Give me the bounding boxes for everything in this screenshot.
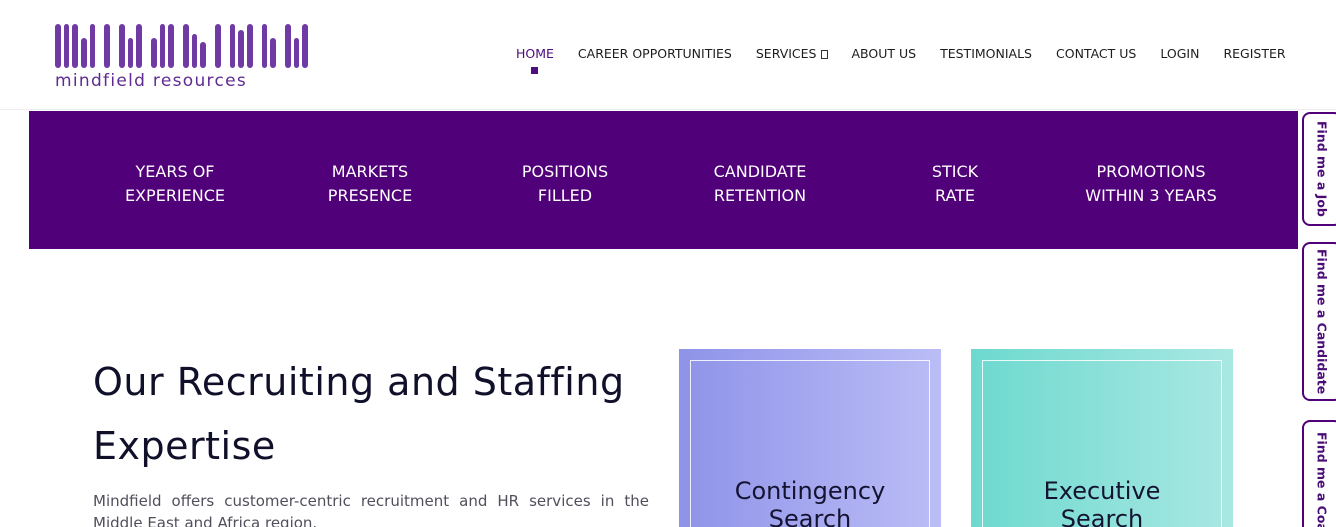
nav-testimonials[interactable]: TESTIMONIALS (940, 46, 1032, 61)
stat-years-of-experience: YEARS OF EXPERIENCE (75, 160, 275, 208)
nav-home[interactable]: HOME (516, 46, 554, 74)
main-nav: HOME CAREER OPPORTUNITIES SERVICES ABOUT… (516, 46, 1310, 74)
logo-mark (55, 22, 309, 68)
card-title-line2: Search (1060, 505, 1144, 527)
nav-services-label: SERVICES (755, 46, 817, 61)
stats-banner: YEARS OF EXPERIENCE MARKETS PRESENCE POS… (29, 111, 1298, 249)
heading-line1: Our Recruiting and Staffing (93, 360, 625, 404)
heading-line2: Expertise (93, 424, 276, 468)
stat-label-line2: FILLED (537, 186, 593, 205)
nav-testimonials-label: TESTIMONIALS (940, 46, 1032, 61)
card-title-line1: Executive (1043, 477, 1161, 505)
logo-subtitle: mindfield resources (55, 71, 248, 91)
find-coach-tab[interactable]: Find me a Coach (1302, 420, 1336, 527)
stat-candidate-retention: CANDIDATE RETENTION (660, 160, 860, 208)
stat-label-line2: PRESENCE (327, 186, 413, 205)
page-heading: Our Recruiting and Staffing Expertise (93, 350, 653, 478)
nav-register[interactable]: REGISTER (1223, 46, 1285, 61)
stat-label-line2: RATE (934, 186, 976, 205)
stat-label-line1: STICK (931, 162, 979, 181)
active-indicator (531, 67, 538, 74)
find-candidate-tab[interactable]: Find me a Candidate (1302, 242, 1336, 401)
stat-label-line1: POSITIONS (521, 162, 609, 181)
stat-label-line2: EXPERIENCE (124, 186, 226, 205)
stat-label-line1: CANDIDATE (713, 162, 807, 181)
stat-label-line1: MARKETS (331, 162, 409, 181)
contingency-search-card[interactable]: Contingency Search (679, 349, 941, 527)
card-title-line1: Contingency (734, 477, 886, 505)
stat-label-line2: WITHIN 3 YEARS (1085, 186, 1217, 205)
stat-stick-rate: STICK RATE (855, 160, 1055, 208)
site-header: mindfield resources HOME CAREER OPPORTUN… (0, 0, 1336, 110)
nav-contact-us[interactable]: CONTACT US (1056, 46, 1136, 61)
stat-positions-filled: POSITIONS FILLED (465, 160, 665, 208)
nav-about-label: ABOUT US (851, 46, 917, 61)
stat-label-line2: RETENTION (713, 186, 807, 205)
intro-paragraph: Mindfield offers customer-centric recrui… (93, 492, 649, 527)
dropdown-icon (820, 50, 828, 59)
stat-markets-presence: MARKETS PRESENCE (270, 160, 470, 208)
find-job-label: Find me a Job (1314, 121, 1330, 217)
stat-label-line1: YEARS OF (135, 162, 215, 181)
nav-contact-label: CONTACT US (1056, 46, 1137, 61)
card-title: Executive Search (971, 477, 1233, 527)
card-title: Contingency Search (679, 477, 941, 527)
nav-services[interactable]: SERVICES (756, 46, 828, 61)
stat-label-line1: PROMOTIONS (1096, 162, 1206, 181)
find-job-tab[interactable]: Find me a Job (1302, 112, 1336, 226)
card-title-line2: Search (768, 505, 852, 527)
find-coach-label: Find me a Coach (1314, 432, 1330, 527)
nav-home-label: HOME (516, 46, 554, 61)
nav-login-label: LOGIN (1160, 46, 1200, 61)
logo[interactable]: mindfield resources (55, 22, 309, 91)
find-candidate-label: Find me a Candidate (1314, 248, 1330, 395)
stat-promotions: PROMOTIONS WITHIN 3 YEARS (1051, 160, 1251, 208)
nav-career-label: CAREER OPPORTUNITIES (577, 46, 732, 61)
nav-login[interactable]: LOGIN (1160, 46, 1199, 61)
nav-about-us[interactable]: ABOUT US (852, 46, 917, 61)
nav-register-label: REGISTER (1223, 46, 1286, 61)
executive-search-card[interactable]: Executive Search (971, 349, 1233, 527)
nav-career-opportunities[interactable]: CAREER OPPORTUNITIES (578, 46, 732, 61)
